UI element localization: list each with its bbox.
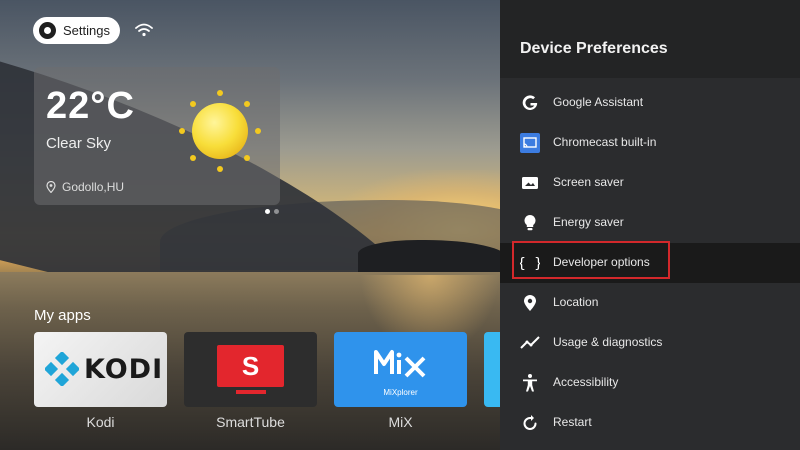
screensaver-icon [522,177,538,189]
lightbulb-icon [524,214,536,231]
menu-item-google-assistant[interactable]: Google Assistant [500,83,800,123]
app-tile-kodi[interactable]: KODI [34,332,167,407]
my-apps-title: My apps [34,307,91,324]
menu-label: Developer options [553,255,650,269]
wifi-icon [135,23,153,37]
panel-title: Device Preferences [520,40,668,57]
menu-label: Chromecast built-in [553,135,657,149]
menu-label: Energy saver [553,215,624,229]
menu-item-developer-options[interactable]: { } Developer options [500,241,800,283]
svg-text:{ }: { } [520,256,540,272]
kodi-logo-text: KODI [84,354,164,385]
app-tile-mix[interactable]: MiXplorer [334,332,467,407]
cast-icon [520,133,540,153]
treeline [358,240,500,274]
menu-label: Accessibility [553,375,619,389]
menu-label: Location [553,295,599,309]
kodi-logo-icon [45,352,79,386]
braces-icon: { } [520,256,540,272]
menu-item-chromecast[interactable]: Chromecast built-in [500,123,800,163]
temperature: 22°C [46,85,135,127]
menu-item-usage-diagnostics[interactable]: Usage & diagnostics [500,323,800,363]
trend-icon [520,336,540,349]
app-tile-partial[interactable] [484,332,500,407]
menu-item-energy-saver[interactable]: Energy saver [500,203,800,243]
location-text: Godollo,HU [62,180,125,194]
smarttube-logo: S [217,345,284,387]
app-label-smarttube: SmartTube [216,414,285,430]
app-tile-smarttube[interactable]: S [184,332,317,407]
menu-item-restart[interactable]: Restart [500,403,800,443]
menu-item-screen-saver[interactable]: Screen saver [500,163,800,203]
menu-label: Google Assistant [553,95,644,109]
mixplorer-logo-icon [374,350,426,378]
app-label-mix: MiX [388,414,413,430]
menu-label: Screen saver [553,175,624,189]
location-pin-icon [524,295,536,311]
app-label-kodi: Kodi [86,414,115,430]
gear-icon [37,20,58,41]
menu-label: Usage & diagnostics [553,335,663,349]
mixplorer-name: MiXplorer [383,388,418,397]
page-dot-active [265,209,270,214]
accessibility-icon [523,374,537,392]
menu-label: Restart [553,415,592,429]
settings-button[interactable]: Settings [33,17,120,44]
menu-item-location[interactable]: Location [500,283,800,323]
location-pin-icon [46,181,56,193]
weather-condition: Clear Sky [46,135,112,152]
sun-icon [179,90,261,172]
tv-stand [236,390,266,394]
page-indicator [265,209,279,214]
restart-icon [523,415,537,430]
settings-label: Settings [63,23,110,38]
device-preferences-panel: Device Preferences Google Assistant Chro… [500,0,800,450]
menu-item-accessibility[interactable]: Accessibility [500,363,800,403]
weather-widget[interactable]: 22°C Clear Sky Godollo,HU [34,67,280,205]
google-icon [522,95,538,111]
page-dot [274,209,279,214]
weather-location: Godollo,HU [46,180,124,194]
panel-header: Device Preferences [500,0,800,78]
